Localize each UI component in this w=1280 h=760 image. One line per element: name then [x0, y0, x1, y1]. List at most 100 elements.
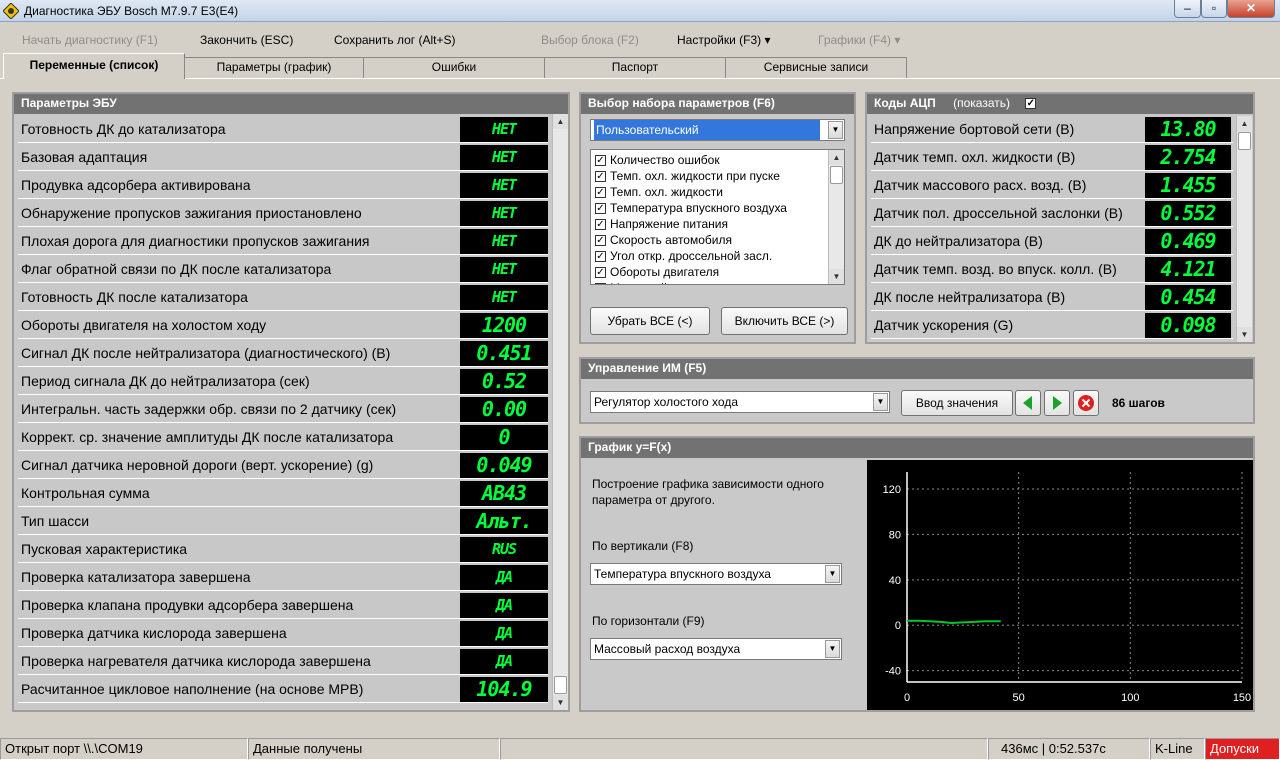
status-tolerances[interactable]: Допуски	[1205, 738, 1280, 760]
param-item[interactable]: ✓ Темп. охл. жидкости при пуске	[595, 169, 780, 183]
param-item-checkbox[interactable]: ✓	[595, 171, 606, 183]
adc-title: Коды АЦП	[874, 96, 936, 110]
scroll-down-icon[interactable]: ▼	[1237, 327, 1252, 342]
param-item-checkbox[interactable]: ✓	[595, 155, 606, 167]
param-item-checkbox[interactable]: ✓	[595, 187, 606, 199]
adc-row: Датчик темп. возд. во впуск. колл. (В) 4.…	[871, 256, 1233, 283]
ecu-row-label: Готовность ДК до катализатора	[21, 121, 226, 137]
param-item[interactable]: ✓ Температура впускного воздуха	[595, 201, 787, 215]
ecu-row: Интегральн. часть задержки обр. связи по…	[18, 396, 548, 423]
tab-service-records[interactable]: Сервисные записи	[725, 57, 907, 78]
param-item[interactable]: ✓ Темп. охл. жидкости	[595, 185, 723, 199]
ecu-row-value: ДА	[460, 565, 548, 590]
chevron-down-icon[interactable]: ▼	[825, 640, 840, 658]
ecu-row-label: Проверка нагревателя датчика кислорода з…	[21, 653, 371, 669]
ecu-row: Проверка клапана продувки адсорбера заве…	[18, 592, 548, 619]
scroll-thumb[interactable]	[554, 676, 567, 694]
adc-row: ДК до нейтрализатора (В) 0.469	[871, 228, 1233, 255]
scroll-thumb[interactable]	[830, 166, 843, 184]
ecu-row-label: Расчитанное цикловое наполнение (на осно…	[21, 681, 364, 697]
ecu-row-label: Плохая дорога для диагностики пропусков …	[21, 233, 370, 249]
param-item-checkbox[interactable]: ✓	[595, 219, 606, 231]
close-button[interactable]: ✕	[1227, 0, 1275, 18]
horizontal-axis-select[interactable]: Массовый расход воздуха ▼	[590, 638, 842, 660]
chevron-down-icon[interactable]: ▼	[873, 393, 888, 411]
include-all-button[interactable]: Включить ВСЕ (>)	[721, 307, 848, 335]
vertical-axis-select[interactable]: Температура впускного воздуха ▼	[590, 563, 842, 585]
adc-row: Напряжение бортовой сети (В) 13.80	[871, 116, 1233, 143]
paramset-select[interactable]: Пользовательский ▼	[590, 119, 845, 141]
scroll-down-icon[interactable]: ▼	[553, 695, 568, 710]
param-item-label: Угол откр. дроссельной засл.	[610, 249, 773, 263]
scroll-up-icon[interactable]: ▲	[829, 150, 844, 165]
minimize-button[interactable]: ‒	[1174, 0, 1201, 18]
ecu-row-value: НЕТ	[460, 285, 548, 310]
actuator-select[interactable]: Регулятор холостого хода ▼	[590, 391, 890, 413]
status-time: 436мс | 0:52.537с	[988, 738, 1150, 760]
adc-row-label: Датчик темп. возд. во впуск. колл. (В)	[874, 261, 1117, 277]
adc-row-value: 0.098	[1145, 313, 1231, 338]
maximize-button[interactable]: ▫	[1201, 0, 1227, 18]
ecu-row: Плохая дорога для диагностики пропусков …	[18, 228, 548, 255]
menu-start-diagnostics[interactable]: Начать диагностику (F1)	[22, 33, 158, 47]
scroll-up-icon[interactable]: ▲	[553, 114, 568, 129]
param-item[interactable]: ✓ Угол откр. дроссельной засл.	[595, 249, 772, 263]
adc-row-value: 0.469	[1145, 229, 1231, 254]
ecu-row-label: Обнаружение пропусков зажигания приостан…	[21, 205, 362, 221]
ecu-row-label: Продувка адсорбера активирована	[21, 177, 251, 193]
param-item-checkbox[interactable]: ✓	[595, 283, 606, 284]
ecu-row-value: 1200	[460, 313, 548, 338]
param-item-checkbox[interactable]: ✓	[595, 267, 606, 279]
menu-settings[interactable]: Настройки (F3) ▾	[677, 33, 771, 47]
step-left-button[interactable]	[1015, 390, 1041, 416]
ecu-row-value: 0.52	[460, 369, 548, 394]
chevron-down-icon[interactable]: ▼	[828, 121, 843, 139]
param-item[interactable]: ✓ Скорость автомобиля	[595, 233, 732, 247]
ecu-row: Проверка нагревателя датчика кислорода з…	[18, 648, 548, 675]
menu-save-log[interactable]: Сохранить лог (Alt+S)	[334, 33, 456, 47]
remove-all-button[interactable]: Убрать ВСЕ (<)	[590, 307, 710, 335]
tab-passport[interactable]: Паспорт	[544, 57, 726, 78]
tab-parameters-graph[interactable]: Параметры (график)	[184, 57, 364, 78]
param-item[interactable]: ✓ Напряжение питания	[595, 217, 728, 231]
stop-button[interactable]	[1073, 390, 1099, 416]
ecu-row: Продувка адсорбера активирована НЕТ	[18, 172, 548, 199]
param-item[interactable]: ✓ Количество ошибок	[595, 153, 720, 167]
ecu-row-label: Интегральн. часть задержки обр. связи по…	[21, 401, 397, 417]
adc-row-label: Датчик темп. охл. жидкости (В)	[874, 149, 1076, 165]
ecu-row: Проверка катализатора завершена ДА	[18, 564, 548, 591]
tab-variables-list[interactable]: Переменные (список)	[3, 53, 185, 79]
scroll-thumb[interactable]	[1238, 132, 1251, 150]
param-item-checkbox[interactable]: ✓	[595, 251, 606, 263]
scroll-down-icon[interactable]: ▼	[829, 269, 844, 284]
adc-show-checkbox[interactable]: ✓	[1025, 98, 1037, 110]
chevron-down-icon[interactable]: ▼	[825, 565, 840, 583]
step-right-button[interactable]	[1044, 390, 1070, 416]
input-value-button[interactable]: Ввод значения	[901, 390, 1013, 416]
scroll-up-icon[interactable]: ▲	[1237, 116, 1252, 131]
tab-errors[interactable]: Ошибки	[363, 57, 545, 78]
ecu-row: Готовность ДК после катализатора НЕТ	[18, 284, 548, 311]
menu-finish[interactable]: Закончить (ESC)	[200, 33, 293, 47]
param-item-label: Массовый расход воздуха	[610, 281, 756, 284]
param-item[interactable]: ✓ Обороты двигателя	[595, 265, 719, 279]
param-item-checkbox[interactable]: ✓	[595, 203, 606, 215]
ecu-scrollbar[interactable]: ▲ ▼	[552, 114, 568, 710]
menu-graphs[interactable]: Графики (F4) ▾	[818, 33, 900, 47]
adc-row-value: 4.121	[1145, 257, 1231, 282]
adc-panel: Коды АЦП (показать) ✓ Напряжение бортово…	[865, 92, 1255, 344]
adc-row-label: Напряжение бортовой сети (В)	[874, 121, 1075, 137]
param-item[interactable]: ✓ Массовый расход воздуха	[595, 281, 756, 284]
ecu-row: Пусковая характеристика RUS	[18, 536, 548, 563]
ecu-row-value: ДА	[460, 649, 548, 674]
adc-show-label: (показать)	[953, 96, 1010, 110]
menu-select-unit[interactable]: Выбор блока (F2)	[541, 33, 639, 47]
paramset-scrollbar[interactable]: ▲ ▼	[828, 150, 844, 284]
ecu-row-value: RUS	[460, 537, 548, 562]
status-empty	[500, 738, 988, 760]
param-item-checkbox[interactable]: ✓	[595, 235, 606, 247]
adc-scrollbar[interactable]: ▲ ▼	[1236, 116, 1252, 342]
param-item-label: Темп. охл. жидкости	[610, 185, 723, 199]
ecu-row-value: 0.049	[460, 453, 548, 478]
x-tick-label: 50	[1013, 692, 1025, 704]
